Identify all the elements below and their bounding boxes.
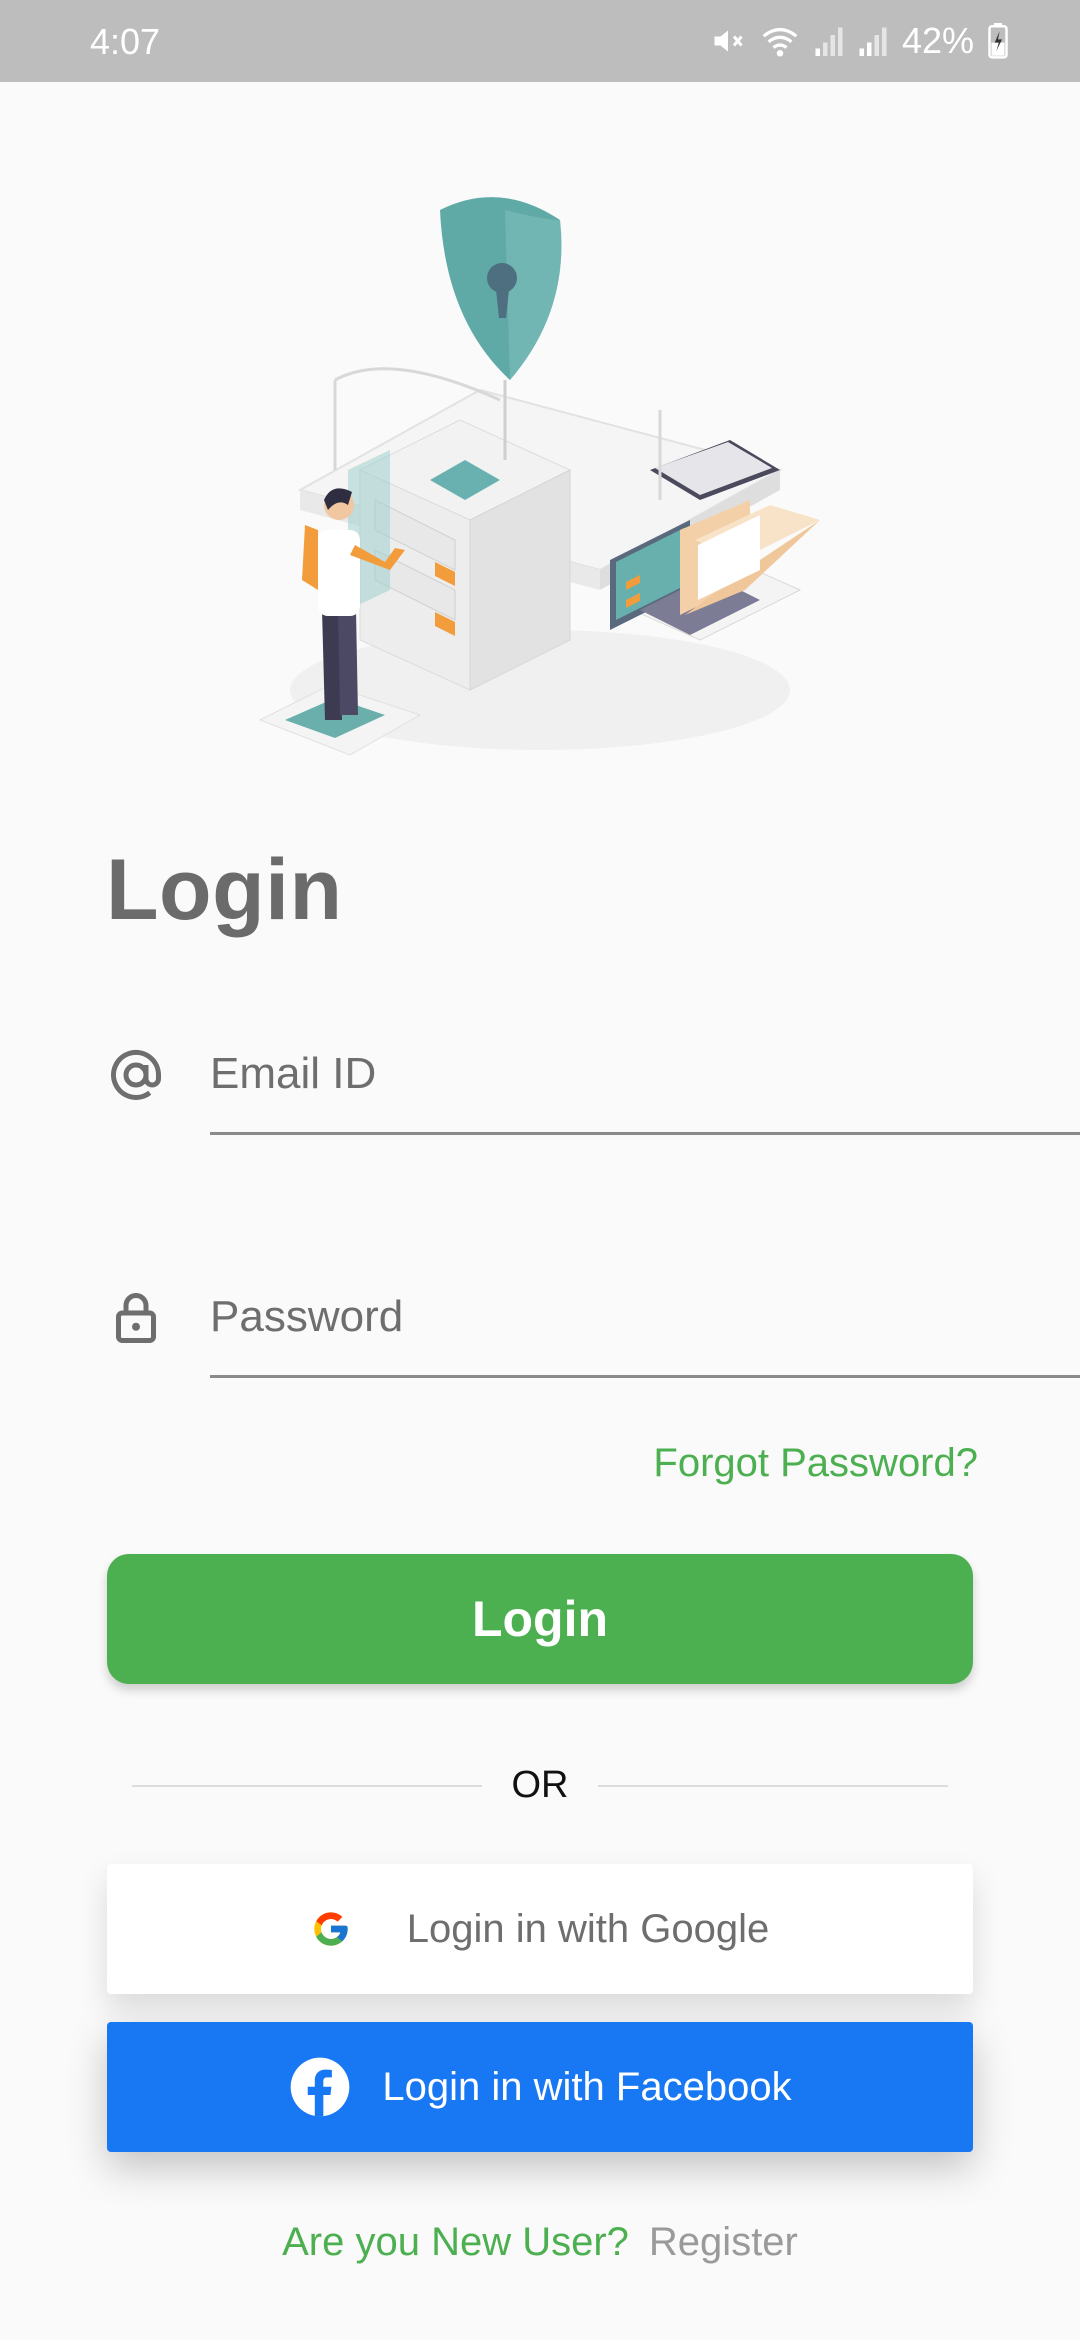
forgot-password-link[interactable]: Forgot Password?	[653, 1436, 978, 1490]
facebook-icon	[291, 2057, 350, 2117]
battery-percent: 42%	[901, 20, 974, 61]
email-field-row	[106, 1015, 1080, 1135]
wifi-icon	[762, 27, 798, 57]
status-icons: 42%	[710, 18, 1008, 64]
signal-icon	[815, 27, 843, 56]
security-login-illustration	[258, 197, 820, 756]
register-link[interactable]: Register	[649, 2220, 798, 2264]
password-field-row	[106, 1258, 1080, 1378]
google-login-label: Login in with Google	[406, 1906, 770, 1951]
register-prompt: Are you New User?	[282, 2220, 629, 2264]
battery-icon	[988, 23, 1008, 59]
facebook-login-button[interactable]: Login in with Facebook	[107, 2022, 973, 2152]
status-bar: 4:07 42%	[0, 0, 1080, 82]
page-title: Login	[106, 842, 343, 938]
status-time: 4:07	[90, 21, 161, 62]
divider-line	[598, 1785, 948, 1787]
facebook-login-label: Login in with Facebook	[382, 2064, 792, 2109]
or-divider: OR	[132, 1760, 948, 1810]
signal-icon	[859, 27, 887, 56]
password-field[interactable]	[210, 1258, 1080, 1378]
mute-icon	[714, 30, 743, 52]
login-button[interactable]: Login	[107, 1554, 973, 1684]
lock-icon	[116, 1293, 156, 1343]
email-field[interactable]	[210, 1015, 1080, 1135]
at-icon	[111, 1049, 161, 1100]
register-row: Are you New User? Register	[0, 2214, 1080, 2270]
google-icon	[314, 1912, 348, 1946]
google-login-button[interactable]: Login in with Google	[107, 1864, 973, 1994]
